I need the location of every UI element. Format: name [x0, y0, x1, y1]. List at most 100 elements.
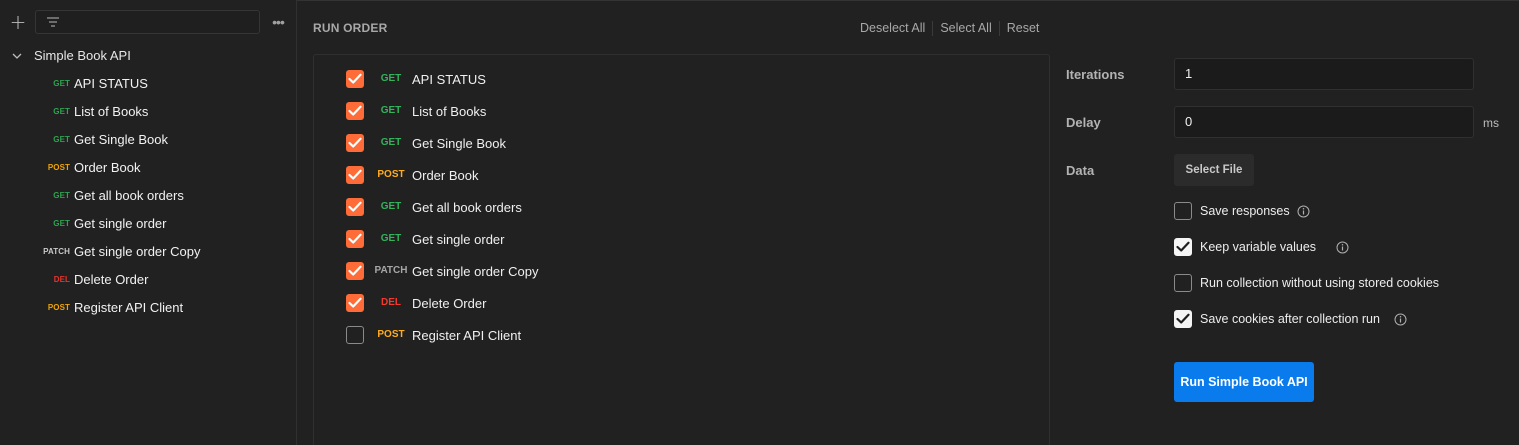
option-checkbox[interactable] — [1174, 202, 1192, 220]
option-checkbox[interactable] — [1174, 310, 1192, 328]
request-checkbox[interactable] — [346, 326, 364, 344]
sidebar: + ••• Simple Book API GET API STATUS GET Li… — [0, 0, 297, 445]
option-checkbox[interactable] — [1174, 238, 1192, 256]
request-name: Register API Client — [74, 300, 184, 315]
runner-option[interactable]: Keep variable values — [1174, 237, 1514, 257]
request-method-badge: GET — [380, 105, 402, 116]
option-label: Keep variable values — [1200, 240, 1317, 254]
request-method-badge: GET — [53, 219, 70, 228]
sidebar-request-item[interactable]: GET Get all book orders — [0, 184, 296, 208]
request-checkbox[interactable] — [346, 102, 364, 120]
collection-name: Simple Book API — [34, 48, 131, 63]
request-name: Get single order — [412, 232, 505, 247]
runner-option[interactable]: Run collection without using stored cook… — [1174, 273, 1514, 293]
deselect-all-button[interactable]: Deselect All — [853, 21, 932, 35]
more-options-icon[interactable]: ••• — [268, 12, 288, 32]
request-name: Get Single Book — [74, 132, 168, 147]
info-icon[interactable] — [1394, 313, 1407, 326]
request-name: Get single order Copy — [74, 244, 201, 259]
check-icon — [348, 137, 362, 148]
check-icon — [348, 169, 362, 180]
reset-button[interactable]: Reset — [1000, 21, 1047, 35]
filter-input[interactable] — [35, 10, 260, 34]
collection-runner: + ••• Simple Book API GET API STATUS GET Li… — [0, 0, 1519, 445]
run-order-item[interactable]: DEL Delete Order — [346, 291, 1026, 315]
request-name: Delete Order — [74, 272, 149, 287]
delay-label: Delay — [1066, 115, 1101, 130]
request-method-badge: GET — [53, 135, 70, 144]
request-name: List of Books — [74, 104, 149, 119]
request-method-badge: GET — [380, 137, 402, 148]
request-method-badge: GET — [380, 73, 402, 84]
sidebar-request-item[interactable]: POST Register API Client — [0, 296, 296, 320]
runner-option[interactable]: Save responses — [1174, 201, 1514, 221]
sidebar-request-item[interactable]: POST Order Book — [0, 156, 296, 180]
request-checkbox[interactable] — [346, 166, 364, 184]
request-name: Get single order Copy — [412, 264, 539, 279]
request-method-badge: PATCH — [374, 265, 408, 276]
sidebar-request-item[interactable]: GET Get single order — [0, 212, 296, 236]
run-collection-button[interactable]: Run Simple Book API — [1174, 362, 1314, 402]
collection-root[interactable]: Simple Book API — [0, 44, 296, 68]
runner-option[interactable]: Save cookies after collection run — [1174, 309, 1514, 329]
request-method-badge: POST — [377, 329, 405, 340]
info-icon[interactable] — [1297, 205, 1310, 218]
request-name: Get Single Book — [412, 136, 506, 151]
request-checkbox[interactable] — [346, 134, 364, 152]
sidebar-request-item[interactable]: GET API STATUS — [0, 72, 296, 96]
option-label: Run collection without using stored cook… — [1200, 276, 1440, 290]
chevron-down-icon[interactable] — [11, 50, 23, 62]
request-method-badge: POST — [377, 169, 405, 180]
select-file-button[interactable]: Select File — [1174, 154, 1254, 186]
request-name: API STATUS — [74, 76, 148, 91]
request-checkbox[interactable] — [346, 230, 364, 248]
request-method-badge: POST — [47, 163, 70, 172]
iterations-input[interactable]: 1 — [1174, 58, 1474, 90]
run-order-item[interactable]: GET List of Books — [346, 99, 1026, 123]
run-order-title: RUN ORDER — [313, 21, 388, 35]
request-checkbox[interactable] — [346, 70, 364, 88]
check-icon — [348, 265, 362, 276]
run-order-item[interactable]: POST Order Book — [346, 163, 1026, 187]
request-checkbox[interactable] — [346, 262, 364, 280]
sidebar-request-item[interactable]: GET Get Single Book — [0, 128, 296, 152]
request-method-badge: GET — [53, 107, 70, 116]
request-checkbox[interactable] — [346, 198, 364, 216]
request-name: Delete Order — [412, 296, 487, 311]
run-order-item[interactable]: POST Register API Client — [346, 323, 1026, 347]
sidebar-request-item[interactable]: PATCH Get single order Copy — [0, 240, 296, 264]
request-name: Get single order — [74, 216, 167, 231]
check-icon — [348, 233, 362, 244]
request-method-badge: GET — [380, 233, 402, 244]
request-method-badge: POST — [47, 303, 70, 312]
info-icon[interactable] — [1336, 241, 1349, 254]
iterations-label: Iterations — [1066, 67, 1125, 82]
request-method-badge: GET — [53, 79, 70, 88]
request-name: Order Book — [74, 160, 141, 175]
run-order-item[interactable]: GET Get Single Book — [346, 131, 1026, 155]
sidebar-request-item[interactable]: GET List of Books — [0, 100, 296, 124]
run-order-item[interactable]: GET Get single order — [346, 227, 1026, 251]
run-order-item[interactable]: GET Get all book orders — [346, 195, 1026, 219]
run-order-list: GET API STATUS GET List of Books GET Get Sing… — [313, 54, 1050, 445]
option-label: Save cookies after collection run — [1200, 312, 1380, 326]
request-method-badge: GET — [53, 191, 70, 200]
option-checkbox[interactable] — [1174, 274, 1192, 292]
runner-main: RUN ORDER Deselect All Select All Reset … — [297, 0, 1519, 445]
sidebar-request-item[interactable]: DEL Delete Order — [0, 268, 296, 292]
filter-icon — [47, 17, 59, 27]
request-name: List of Books — [412, 104, 487, 119]
select-all-button[interactable]: Select All — [933, 21, 998, 35]
run-order-item[interactable]: PATCH Get single order Copy — [346, 259, 1026, 283]
request-name: API STATUS — [412, 72, 486, 87]
request-checkbox[interactable] — [346, 294, 364, 312]
option-label: Save responses — [1200, 204, 1290, 218]
check-icon — [1176, 241, 1190, 252]
request-method-badge: PATCH — [43, 247, 70, 256]
request-method-badge: DEL — [381, 297, 401, 308]
delay-unit: ms — [1483, 116, 1499, 130]
run-order-item[interactable]: GET API STATUS — [346, 67, 1026, 91]
data-label: Data — [1066, 163, 1095, 178]
delay-input[interactable]: 0 — [1174, 106, 1474, 138]
add-icon[interactable]: + — [8, 10, 28, 34]
